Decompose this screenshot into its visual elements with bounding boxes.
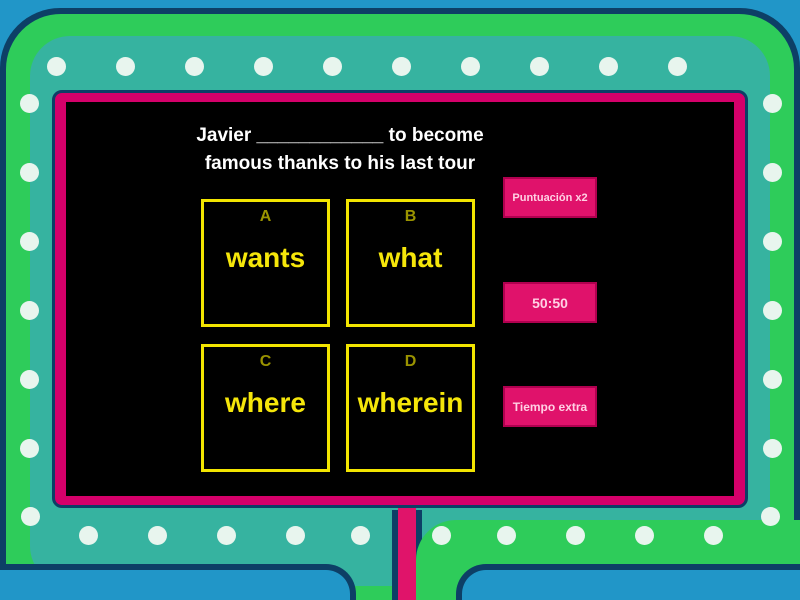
light-bulb bbox=[20, 163, 39, 182]
answer-letter: A bbox=[259, 208, 272, 225]
light-bulb bbox=[254, 57, 273, 76]
light-bulb bbox=[185, 57, 204, 76]
extra-time-button[interactable]: Tiempo extra bbox=[503, 386, 597, 427]
fifty-fifty-button[interactable]: 50:50 bbox=[503, 282, 597, 323]
answer-text: what bbox=[378, 242, 443, 273]
light-bulb bbox=[530, 57, 549, 76]
light-bulb bbox=[497, 526, 516, 545]
light-bulb bbox=[761, 507, 780, 526]
light-bulb bbox=[599, 57, 618, 76]
light-bulb bbox=[116, 57, 135, 76]
light-bulb bbox=[763, 94, 782, 113]
answer-text: where bbox=[225, 387, 306, 418]
light-bulb bbox=[79, 526, 98, 545]
stand-right-base bbox=[456, 564, 800, 600]
light-bulb bbox=[286, 526, 305, 545]
light-bulb bbox=[392, 57, 411, 76]
light-bulb bbox=[47, 57, 66, 76]
answer-option-d[interactable]: D wherein bbox=[346, 344, 475, 472]
light-bulb bbox=[148, 526, 167, 545]
light-bulb bbox=[763, 370, 782, 389]
question-line-1: Javier ____________ to become bbox=[196, 125, 484, 146]
answer-text: wants bbox=[225, 242, 306, 273]
light-bulb bbox=[635, 526, 654, 545]
light-bulb bbox=[668, 57, 687, 76]
light-bulb bbox=[763, 301, 782, 320]
light-bulb bbox=[351, 526, 370, 545]
light-bulb bbox=[21, 507, 40, 526]
light-bulb bbox=[432, 526, 451, 545]
stand-left-base bbox=[0, 564, 356, 600]
light-bulb bbox=[461, 57, 480, 76]
light-bulb bbox=[566, 526, 585, 545]
answer-letter: C bbox=[259, 353, 272, 370]
answer-letter: D bbox=[404, 353, 417, 370]
answer-text: wherein bbox=[357, 387, 464, 418]
question-text: Javier ____________ to become famous tha… bbox=[180, 122, 500, 178]
light-bulb bbox=[323, 57, 342, 76]
light-bulb bbox=[20, 301, 39, 320]
answer-option-c[interactable]: C where bbox=[201, 344, 330, 472]
light-bulb bbox=[20, 370, 39, 389]
light-bulb bbox=[763, 163, 782, 182]
light-bulb bbox=[20, 232, 39, 251]
light-bulb bbox=[704, 526, 723, 545]
answer-option-b[interactable]: B what bbox=[346, 199, 475, 327]
light-bulb bbox=[20, 439, 39, 458]
question-line-2: famous thanks to his last tour bbox=[204, 153, 476, 174]
stand-pole bbox=[398, 500, 416, 600]
light-bulb bbox=[20, 94, 39, 113]
light-bulb bbox=[217, 526, 236, 545]
light-bulb bbox=[763, 439, 782, 458]
double-score-button[interactable]: Puntuación x2 bbox=[503, 177, 597, 218]
answer-letter: B bbox=[404, 208, 417, 225]
light-bulb bbox=[763, 232, 782, 251]
answer-option-a[interactable]: A wants bbox=[201, 199, 330, 327]
